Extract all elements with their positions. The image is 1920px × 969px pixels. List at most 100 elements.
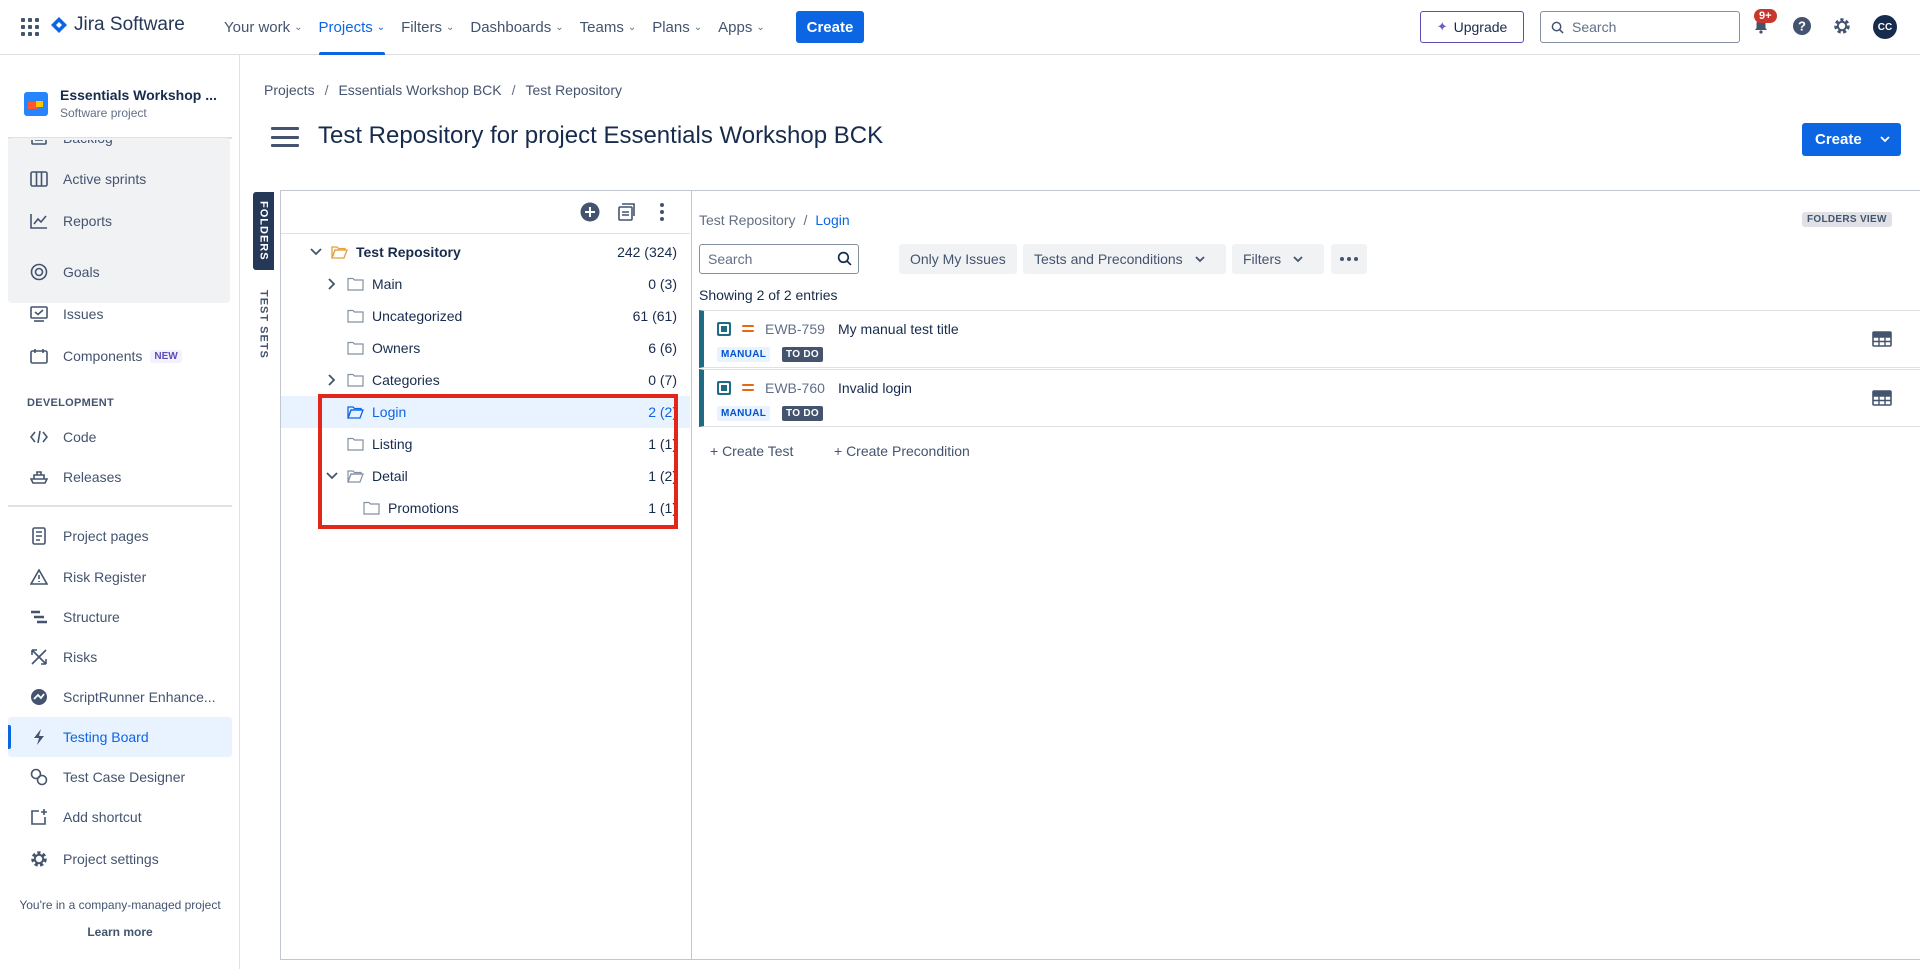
test-item-row[interactable]: EWB-759 My manual test title MANUAL TO D…	[699, 310, 1920, 368]
nav-your-work[interactable]: Your work ⌄	[216, 0, 311, 55]
nav-projects[interactable]: Projects ⌄	[311, 0, 394, 55]
nav-teams[interactable]: Teams ⌄	[572, 0, 645, 55]
filters-dropdown[interactable]: Filters	[1232, 244, 1324, 274]
new-badge: NEW	[150, 349, 182, 363]
filter-label: Filters	[1243, 251, 1282, 267]
sidebar-item-label: Project pages	[63, 528, 149, 544]
tree-node-uncategorized[interactable]: Uncategorized 61 (61)	[281, 300, 690, 332]
entries-count: Showing 2 of 2 entries	[699, 287, 838, 303]
chevron-right-icon[interactable]	[325, 373, 339, 387]
sidebar-item-goals[interactable]: Goals	[8, 252, 232, 292]
menu-hamburger-icon[interactable]	[271, 127, 299, 147]
sidebar-item-project-settings[interactable]: Project settings	[8, 839, 232, 879]
create-precondition-link[interactable]: + Create Precondition	[834, 443, 970, 459]
tab-test-sets[interactable]: TEST SETS	[253, 284, 274, 364]
nav-menu: Your work ⌄ Projects ⌄ Filters ⌄ Dashboards…	[216, 0, 773, 55]
nav-label: Projects	[318, 19, 373, 36]
add-folder-icon[interactable]	[579, 201, 601, 223]
tree-node-owners[interactable]: Owners 6 (6)	[281, 332, 690, 364]
sidebar-item-test-case-designer[interactable]: Test Case Designer	[8, 757, 232, 797]
nav-filters[interactable]: Filters ⌄	[393, 0, 462, 55]
tree-node-main[interactable]: Main 0 (3)	[281, 268, 690, 300]
nav-label: Plans	[652, 19, 690, 36]
sidebar-item-project-pages[interactable]: Project pages	[8, 516, 232, 556]
breadcrumb-projects[interactable]: Projects	[264, 82, 315, 98]
search-input[interactable]: Search	[1540, 11, 1740, 43]
sidebar-item-risks[interactable]: Risks	[8, 637, 232, 677]
sidebar-item-label: Reports	[63, 213, 113, 229]
project-header[interactable]: Essentials Workshop ... Software project	[24, 87, 217, 120]
tree-node-count: 242 (324)	[617, 244, 677, 260]
chevron-down-icon: ⌄	[376, 22, 386, 33]
issue-summary[interactable]: My manual test title	[838, 321, 959, 337]
create-label: Create	[1815, 131, 1862, 148]
table-view-icon[interactable]	[1872, 390, 1892, 406]
issues-icon	[29, 304, 49, 324]
issue-key[interactable]: EWB-759	[765, 321, 825, 337]
sidebar-item-label: Code	[63, 429, 97, 445]
svg-text:?: ?	[1798, 19, 1806, 34]
breadcrumb-test-repository[interactable]: Test Repository	[526, 82, 622, 98]
user-avatar[interactable]: CC	[1873, 15, 1897, 39]
folder-breadcrumb: Test Repository / Login	[699, 212, 850, 228]
sidebar-item-label: Risks	[63, 649, 98, 665]
sidebar-item-issues[interactable]: Issues	[8, 294, 232, 334]
development-heading: DEVELOPMENT	[27, 397, 115, 409]
chevron-down-icon	[1195, 255, 1205, 262]
sidebar-item-label: Components	[63, 348, 143, 364]
tree-node-categories[interactable]: Categories 0 (7)	[281, 364, 690, 396]
issue-summary[interactable]: Invalid login	[838, 380, 912, 396]
nav-dashboards[interactable]: Dashboards ⌄	[462, 0, 571, 55]
folder-breadcrumb-root[interactable]: Test Repository	[699, 212, 795, 228]
sidebar-item-risk-register[interactable]: Risk Register	[8, 557, 232, 597]
folders-view-badge: FOLDERS VIEW	[1802, 212, 1892, 227]
chart-icon	[29, 211, 49, 231]
test-type-tag: MANUAL	[717, 347, 771, 362]
sidebar-item-structure[interactable]: Structure	[8, 597, 232, 637]
breadcrumb-separator: /	[324, 82, 329, 98]
jira-logo[interactable]: Jira Software	[50, 14, 185, 36]
nav-label: Your work	[224, 19, 291, 36]
table-view-icon[interactable]	[1872, 331, 1892, 347]
tab-folders[interactable]: FOLDERS	[253, 192, 274, 270]
tree-node-test-repository[interactable]: Test Repository 242 (324)	[281, 236, 690, 268]
nav-plans[interactable]: Plans ⌄	[644, 0, 710, 55]
more-actions-icon[interactable]	[651, 201, 673, 223]
chevron-right-icon[interactable]	[325, 277, 339, 291]
scriptrunner-icon	[29, 687, 49, 707]
sidebar-item-reports[interactable]: Reports	[8, 201, 232, 241]
project-sidebar: Essentials Workshop ... Software project…	[0, 55, 240, 969]
create-test-link[interactable]: + Create Test	[710, 443, 793, 459]
search-placeholder: Search	[1572, 19, 1617, 35]
upgrade-button[interactable]: ✦ Upgrade	[1420, 11, 1524, 43]
folder-breadcrumb-current[interactable]: Login	[815, 212, 849, 228]
highlight-annotation-box	[318, 394, 678, 529]
only-my-issues-button[interactable]: Only My Issues	[899, 244, 1017, 274]
tree-node-count: 0 (3)	[648, 276, 677, 292]
tests-preconditions-dropdown[interactable]: Tests and Preconditions	[1023, 244, 1226, 274]
sidebar-item-active-sprints[interactable]: Active sprints	[8, 159, 232, 199]
sidebar-item-components[interactable]: Components NEW	[8, 336, 232, 376]
test-search-input[interactable]: Search	[699, 244, 859, 274]
bolt-icon	[29, 727, 49, 747]
app-switcher-icon[interactable]	[21, 18, 39, 36]
chevron-down-icon[interactable]	[309, 245, 323, 259]
more-options-icon[interactable]	[1331, 244, 1367, 274]
sidebar-item-releases[interactable]: Releases	[8, 457, 232, 497]
sidebar-item-add-shortcut[interactable]: Add shortcut	[8, 797, 232, 837]
issue-key[interactable]: EWB-760	[765, 380, 825, 396]
folder-details-icon[interactable]	[615, 201, 637, 223]
create-button[interactable]: Create	[796, 11, 864, 43]
tree-node-label: Uncategorized	[372, 308, 463, 324]
sidebar-item-testing-board[interactable]: Testing Board	[8, 717, 232, 757]
help-icon[interactable]: ?	[1791, 15, 1813, 37]
nav-apps[interactable]: Apps ⌄	[710, 0, 773, 55]
sidebar-item-code[interactable]: Code	[8, 417, 232, 457]
breadcrumb-project[interactable]: Essentials Workshop BCK	[338, 82, 501, 98]
upgrade-label: Upgrade	[1453, 19, 1508, 35]
learn-more-link[interactable]: Learn more	[0, 925, 239, 939]
settings-gear-icon[interactable]	[1831, 15, 1853, 37]
test-item-row[interactable]: EWB-760 Invalid login MANUAL TO DO	[699, 369, 1920, 427]
sidebar-item-scriptrunner[interactable]: ScriptRunner Enhance...	[8, 677, 232, 717]
create-dropdown-button[interactable]: Create	[1802, 123, 1901, 156]
